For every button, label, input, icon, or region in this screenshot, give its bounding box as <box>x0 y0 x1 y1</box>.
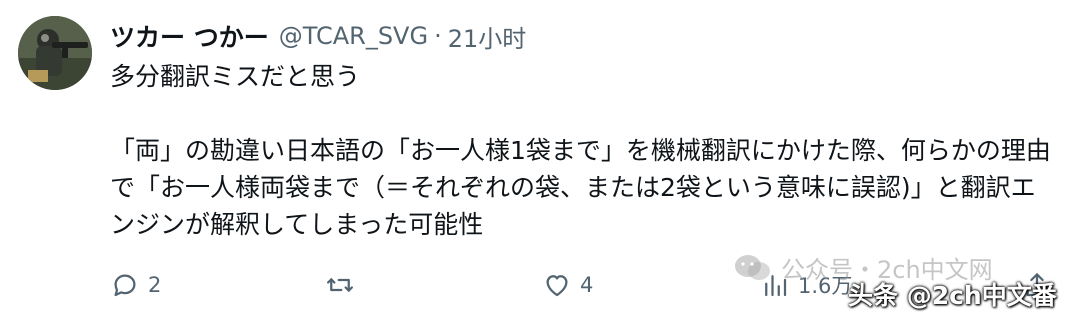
retweet-button[interactable] <box>325 268 363 302</box>
author-display-name[interactable]: ツカー つかー <box>110 18 269 54</box>
avatar[interactable] <box>18 16 92 90</box>
tweet-text-line1: 多分翻訳ミスだと思う <box>110 62 361 91</box>
like-count: 4 <box>580 273 594 297</box>
tweet-body: 多分翻訳ミスだと思う 「両」の勘違い日本語の「お一人様1袋まで」を機械翻訳にかけ… <box>110 58 1060 243</box>
separator-dot: · <box>434 22 442 50</box>
tweet-text-paragraph: 「両」の勘違い日本語の「お一人様1袋まで」を機械翻訳にかけた際、何らかの理由で「… <box>110 136 1051 239</box>
retweet-icon <box>327 278 353 292</box>
author-handle[interactable]: @TCAR_SVG <box>279 22 428 50</box>
like-button[interactable]: 4 <box>542 268 593 302</box>
avatar-image <box>18 16 92 90</box>
reply-button[interactable]: 2 <box>110 268 161 302</box>
heart-icon <box>546 275 568 297</box>
watermark-toutiao: 头条 @2ch中文番 <box>848 281 1057 310</box>
tweet-timestamp[interactable]: 21小时 <box>448 19 527 54</box>
tweet-card: ツカー つかー @TCAR_SVG · 21小时 多分翻訳ミスだと思う 「両」の… <box>0 0 1080 314</box>
reply-count: 2 <box>148 273 162 297</box>
reply-icon <box>114 274 136 297</box>
tweet-header: ツカー つかー @TCAR_SVG · 21小时 <box>110 18 526 54</box>
wechat-icon <box>735 254 770 280</box>
